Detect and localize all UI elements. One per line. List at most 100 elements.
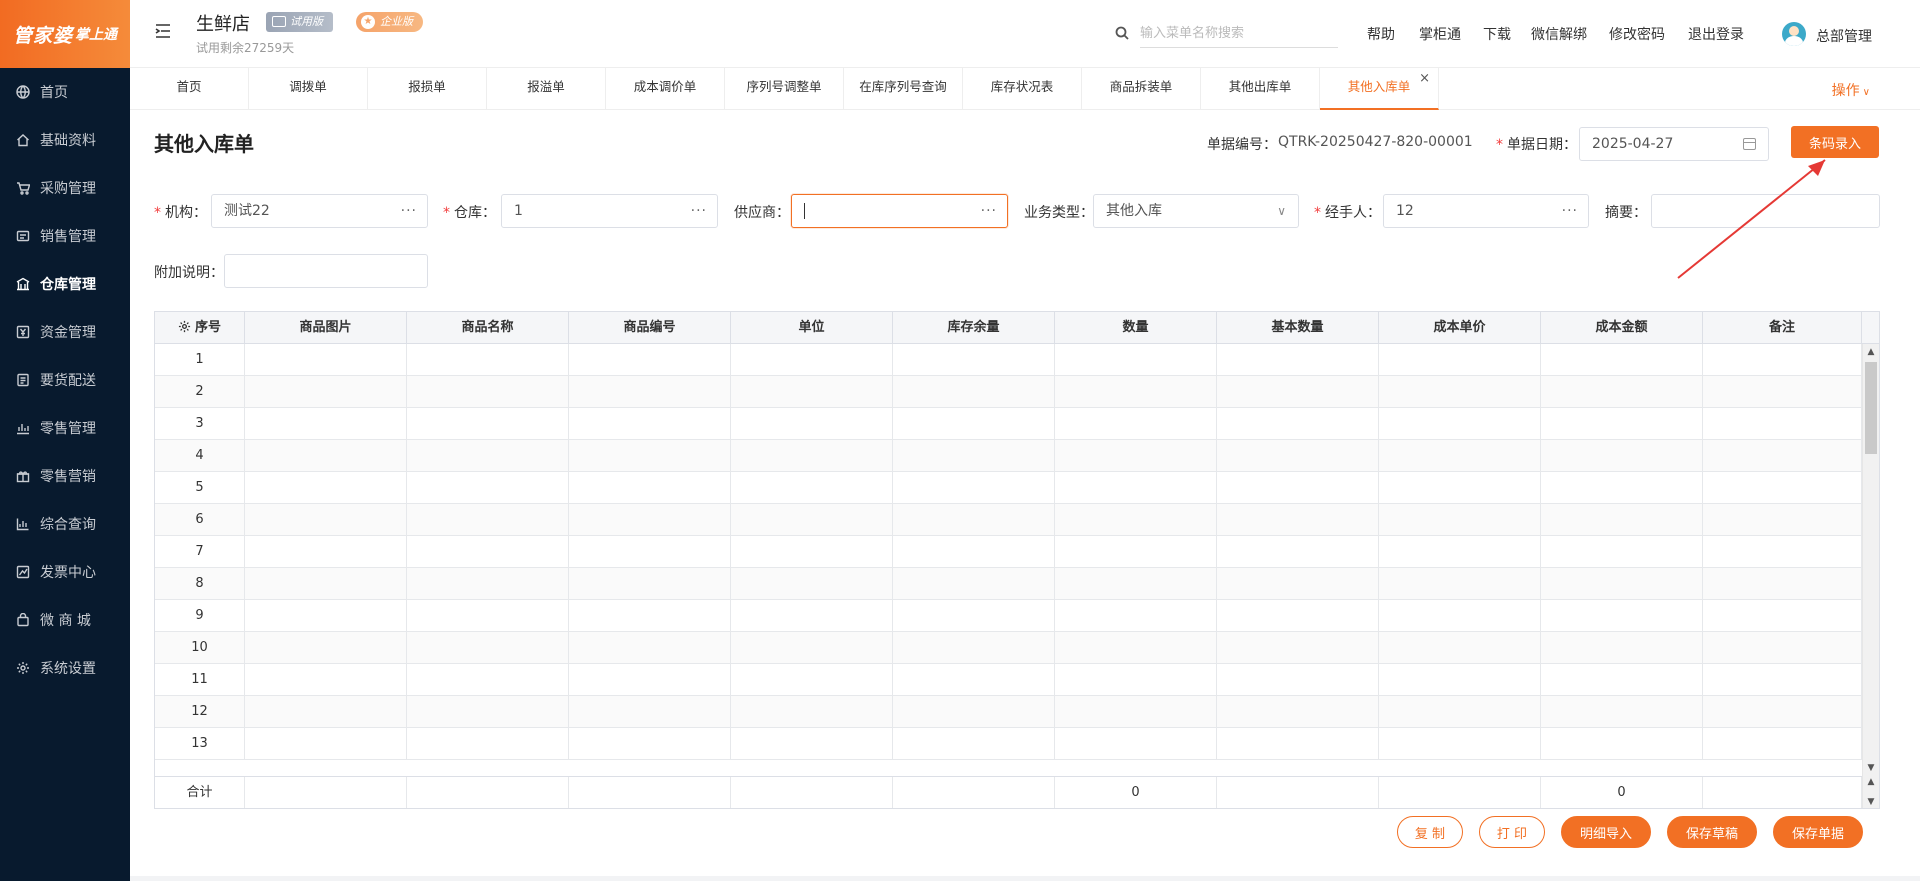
- table-cell[interactable]: [731, 600, 893, 631]
- tab-6[interactable]: 在库序列号查询: [844, 68, 963, 110]
- table-cell[interactable]: [1541, 568, 1703, 599]
- table-cell[interactable]: [569, 632, 731, 663]
- table-cell[interactable]: [1379, 568, 1541, 599]
- table-cell[interactable]: [1055, 632, 1217, 663]
- copy-button[interactable]: 复 制: [1397, 816, 1463, 848]
- table-cell[interactable]: [1703, 600, 1862, 631]
- column-header[interactable]: 基本数量: [1217, 312, 1379, 344]
- column-header[interactable]: 商品编号: [569, 312, 731, 344]
- table-cell[interactable]: [731, 536, 893, 567]
- table-cell[interactable]: [1541, 632, 1703, 663]
- table-cell[interactable]: [731, 568, 893, 599]
- more-dots-icon[interactable]: ···: [401, 195, 417, 227]
- table-cell[interactable]: [1055, 440, 1217, 471]
- table-cell[interactable]: [1217, 600, 1379, 631]
- table-row[interactable]: 2: [155, 376, 1879, 408]
- table-cell[interactable]: [1541, 504, 1703, 535]
- more-dots-icon[interactable]: ···: [691, 195, 707, 227]
- table-cell[interactable]: [245, 536, 407, 567]
- table-cell[interactable]: [245, 568, 407, 599]
- table-cell[interactable]: [1055, 472, 1217, 503]
- operations-menu[interactable]: 操作 ∨: [1832, 80, 1870, 100]
- table-cell[interactable]: [407, 568, 569, 599]
- table-cell[interactable]: [1379, 472, 1541, 503]
- table-cell[interactable]: [569, 344, 731, 375]
- table-cell[interactable]: [1703, 440, 1862, 471]
- table-cell[interactable]: [407, 504, 569, 535]
- table-cell[interactable]: [569, 440, 731, 471]
- table-cell[interactable]: [1703, 568, 1862, 599]
- table-row[interactable]: 7: [155, 536, 1879, 568]
- detail-import-button[interactable]: 明细导入: [1561, 816, 1651, 848]
- table-cell[interactable]: [1541, 696, 1703, 727]
- print-button[interactable]: 打 印: [1479, 816, 1545, 848]
- table-cell[interactable]: [893, 664, 1055, 695]
- menu-search-input[interactable]: [1140, 20, 1338, 48]
- table-cell[interactable]: [1703, 728, 1862, 759]
- table-cell[interactable]: [1217, 472, 1379, 503]
- wechat-unbind-link[interactable]: 微信解绑: [1531, 24, 1587, 44]
- tab-4[interactable]: 成本调价单: [606, 68, 725, 110]
- app-logo[interactable]: 管家婆 掌上通: [0, 0, 130, 68]
- table-row[interactable]: 3: [155, 408, 1879, 440]
- table-cell[interactable]: [569, 728, 731, 759]
- table-cell[interactable]: [1541, 600, 1703, 631]
- table-cell[interactable]: [569, 664, 731, 695]
- table-cell[interactable]: [1217, 632, 1379, 663]
- table-cell[interactable]: [1217, 344, 1379, 375]
- scroll-up-icon[interactable]: ▲: [1863, 777, 1879, 787]
- table-cell[interactable]: [569, 376, 731, 407]
- table-cell[interactable]: [1055, 408, 1217, 439]
- tab-1[interactable]: 调拨单: [249, 68, 368, 110]
- table-cell[interactable]: [1055, 376, 1217, 407]
- table-row[interactable]: 6: [155, 504, 1879, 536]
- tab-3[interactable]: 报溢单: [487, 68, 606, 110]
- table-cell[interactable]: [407, 600, 569, 631]
- table-cell[interactable]: [1217, 504, 1379, 535]
- table-cell[interactable]: [569, 408, 731, 439]
- sidebar-item-11[interactable]: 微 商 城: [0, 596, 130, 644]
- sidebar-item-6[interactable]: 要货配送: [0, 356, 130, 404]
- table-cell[interactable]: [1379, 376, 1541, 407]
- table-cell[interactable]: [1217, 696, 1379, 727]
- column-header[interactable]: 成本金额: [1541, 312, 1703, 344]
- table-cell[interactable]: [893, 344, 1055, 375]
- sidebar-item-8[interactable]: 零售营销: [0, 452, 130, 500]
- table-cell[interactable]: [407, 376, 569, 407]
- org-field[interactable]: 测试22 ···: [211, 194, 428, 228]
- table-cell[interactable]: [731, 440, 893, 471]
- table-cell[interactable]: [1055, 568, 1217, 599]
- column-header[interactable]: 商品图片: [245, 312, 407, 344]
- sidebar-item-5[interactable]: 资金管理: [0, 308, 130, 356]
- tab-9[interactable]: 其他出库单: [1201, 68, 1320, 110]
- table-cell[interactable]: [731, 504, 893, 535]
- sidebar-item-3[interactable]: 销售管理: [0, 212, 130, 260]
- column-header[interactable]: 商品名称: [407, 312, 569, 344]
- table-cell[interactable]: [1379, 440, 1541, 471]
- table-cell[interactable]: [731, 728, 893, 759]
- table-cell[interactable]: [731, 472, 893, 503]
- table-cell[interactable]: [893, 568, 1055, 599]
- column-header[interactable]: 单位: [731, 312, 893, 344]
- table-cell[interactable]: [1055, 344, 1217, 375]
- gear-icon[interactable]: [178, 314, 191, 333]
- table-cell[interactable]: [1055, 696, 1217, 727]
- sidebar-item-0[interactable]: 首页: [0, 68, 130, 116]
- table-cell[interactable]: [407, 696, 569, 727]
- table-cell[interactable]: [1703, 376, 1862, 407]
- table-cell[interactable]: [1541, 408, 1703, 439]
- table-cell[interactable]: [1541, 376, 1703, 407]
- column-header[interactable]: 备注: [1703, 312, 1862, 344]
- table-cell[interactable]: [407, 664, 569, 695]
- doc-date-picker[interactable]: 2025-04-27: [1579, 127, 1769, 161]
- table-cell[interactable]: [731, 664, 893, 695]
- more-dots-icon[interactable]: ···: [1562, 195, 1578, 227]
- avatar[interactable]: [1782, 22, 1806, 46]
- table-cell[interactable]: [1703, 696, 1862, 727]
- table-cell[interactable]: [245, 440, 407, 471]
- table-cell[interactable]: [245, 504, 407, 535]
- table-cell[interactable]: [569, 600, 731, 631]
- table-cell[interactable]: [569, 568, 731, 599]
- table-row[interactable]: 8: [155, 568, 1879, 600]
- column-header[interactable]: 序号: [155, 312, 245, 344]
